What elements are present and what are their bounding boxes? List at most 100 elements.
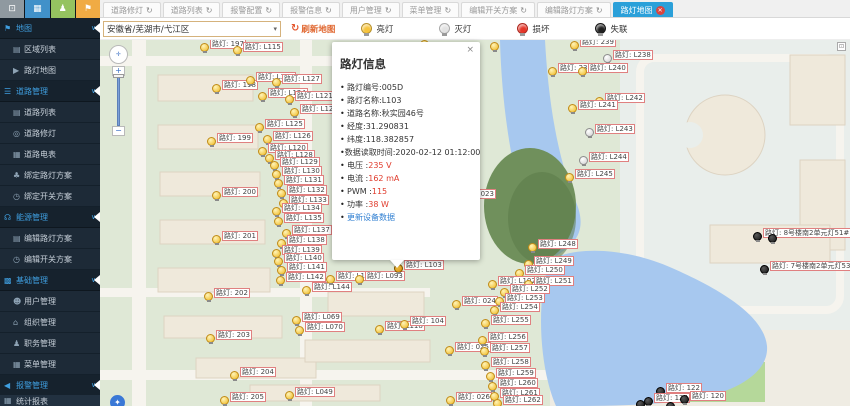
zoom-slider-handle[interactable] (113, 74, 124, 78)
update-device-link[interactable]: 更新设备数据 (347, 211, 395, 224)
sidebar-item-菜单管理[interactable]: ▦菜单管理 (0, 354, 100, 375)
quickbar-button[interactable]: ⚑ (76, 0, 100, 18)
sidebar-item-道路列表[interactable]: ▤道路列表 (0, 102, 100, 123)
streetlight-marker[interactable]: 路灯: L070 (295, 326, 345, 335)
quickbar-button[interactable]: ♟ (51, 0, 75, 18)
tab-refresh-icon[interactable]: ↻ (520, 6, 527, 15)
zoom-out-button[interactable]: − (112, 126, 125, 136)
sidebar-item-绑定路灯方案[interactable]: ♣绑定路灯方案 (0, 165, 100, 186)
tab-编辑路灯方案[interactable]: 编辑路灯方案↻ (537, 2, 611, 17)
tab-编辑开关方案[interactable]: 编辑开关方案↻ (461, 2, 535, 17)
tab-路灯地图[interactable]: 路灯地图✕ (613, 2, 673, 17)
streetlight-marker[interactable]: 路灯: 200 (212, 191, 258, 200)
tab-refresh-icon[interactable]: ↻ (206, 6, 213, 15)
bulb-icon (276, 276, 285, 285)
streetlight-marker[interactable]: 路灯: 202 (204, 292, 250, 301)
map-pan-control[interactable]: ✛ (109, 45, 128, 64)
sidebar-item-道路修灯[interactable]: ◎道路修灯 (0, 123, 100, 144)
streetlight-marker[interactable]: 路灯: 026 (446, 396, 492, 405)
sidebar-item-道路电表[interactable]: ▦道路电表 (0, 144, 100, 165)
tab-refresh-icon[interactable]: ↻ (265, 6, 272, 15)
streetlight-marker[interactable]: 路灯: L240 (578, 67, 628, 76)
bulb-icon (768, 234, 777, 243)
streetlight-marker[interactable]: 路灯: L262 (493, 399, 543, 406)
streetlight-marker[interactable]: 路灯: 7号楼南2单元灯53# (760, 265, 850, 274)
streetlight-marker[interactable]: 路灯: L093 (355, 275, 405, 284)
streetlight-marker[interactable]: 路灯: 204 (230, 371, 276, 380)
sidebar-item-绑定开关方案[interactable]: ◷绑定开关方案 (0, 186, 100, 207)
item-icon: ▤ (13, 45, 24, 54)
sidebar-item-职务管理[interactable]: ♟职务管理 (0, 333, 100, 354)
map-overview-toggle[interactable]: ⊡ (837, 42, 846, 51)
streetlight-marker[interactable]: 路灯: L254 (490, 306, 540, 315)
tab-报警信息[interactable]: 报警信息↻ (282, 2, 340, 17)
streetlight-marker[interactable]: 路灯: 239 (570, 41, 616, 50)
tab-refresh-icon[interactable]: ↻ (325, 6, 332, 15)
streetlight-marker[interactable]: 路灯: 120 (680, 395, 726, 404)
bulb-icon (355, 275, 364, 284)
section-icon: ▩ (4, 276, 16, 285)
sidebar-section-道路管理[interactable]: ☰道路管理∨ (0, 81, 100, 102)
sidebar-item-组织管理[interactable]: ⌂组织管理 (0, 312, 100, 333)
quickbar-button[interactable]: ▦ (25, 0, 49, 18)
tab-refresh-icon[interactable]: ↻ (385, 6, 392, 15)
tab-道路修灯[interactable]: 道路修灯↻ (103, 2, 161, 17)
streetlight-marker[interactable]: 路灯: L144 (302, 286, 352, 295)
streetlight-marker[interactable]: 路灯: L243 (585, 128, 635, 137)
sidebar-item-用户管理[interactable]: ☻用户管理 (0, 291, 100, 312)
streetlight-marker[interactable]: 路灯: 104 (400, 320, 446, 329)
bulb-icon (206, 334, 215, 343)
streetlight-marker[interactable] (768, 234, 777, 243)
streetlight-marker[interactable]: 路灯: 199 (207, 137, 253, 146)
streetlight-marker[interactable]: 路灯: L049 (285, 391, 335, 400)
streetlight-marker[interactable]: 路灯: L245 (565, 173, 615, 182)
tab-报警配置[interactable]: 报警配置↻ (222, 2, 280, 17)
close-icon[interactable]: × (466, 45, 474, 55)
marker-label: 路灯: 239 (580, 40, 616, 47)
sidebar-item-路灯地图[interactable]: ▶路灯地图 (0, 60, 100, 81)
tab-close-icon[interactable]: ✕ (656, 6, 665, 15)
tab-refresh-icon[interactable]: ↻ (146, 6, 153, 15)
streetlight-marker[interactable]: 路灯: L257 (480, 347, 530, 356)
streetlight-marker[interactable]: 路灯: L244 (579, 156, 629, 165)
streetlight-marker[interactable] (666, 402, 675, 406)
sidebar-section-能源管理[interactable]: ☊能源管理∨ (0, 207, 100, 228)
streetlight-marker[interactable]: 路灯: L241 (568, 104, 618, 113)
streetlight-marker[interactable]: 路灯: 205 (220, 396, 266, 405)
region-select[interactable]: 安徽省/芜湖市/弋江区 ▾ (103, 21, 281, 37)
marker-label: 路灯: L250 (525, 265, 565, 275)
streetlight-marker[interactable] (636, 400, 645, 406)
popup-title: 路灯信息 (340, 56, 472, 72)
sidebar-item-编辑开关方案[interactable]: ◷编辑开关方案 (0, 249, 100, 270)
quickbar-button[interactable]: ⊡ (0, 0, 24, 18)
tab-菜单管理[interactable]: 菜单管理↻ (402, 2, 460, 17)
item-icon: ▤ (13, 234, 24, 243)
bulb-icon (270, 161, 279, 170)
sidebar-item-区域列表[interactable]: ▤区域列表 (0, 39, 100, 60)
sidebar-section-地图[interactable]: ⚑地图∨ (0, 18, 100, 39)
streetlight-marker[interactable]: 路灯: L255 (481, 319, 531, 328)
streetlight-marker[interactable]: 路灯: L115 (233, 46, 283, 55)
tab-道路列表[interactable]: 道路列表↻ (163, 2, 221, 17)
legend-灭灯: 灭灯 (439, 23, 471, 35)
streetlight-marker[interactable]: 路灯: L127 (272, 78, 322, 87)
marker-label: 路灯: L243 (595, 124, 635, 134)
compass-control[interactable]: ✦ (110, 395, 125, 406)
sidebar-section-报警管理[interactable]: ◀报警管理∨ (0, 375, 100, 396)
tab-用户管理[interactable]: 用户管理↻ (342, 2, 400, 17)
tab-refresh-icon[interactable]: ↻ (596, 6, 603, 15)
streetlight-marker[interactable]: 路灯: L248 (528, 243, 578, 252)
sidebar-item-label: 道路电表 (24, 149, 56, 160)
sidebar-item-report[interactable]: ▦ 统计报表 (0, 395, 100, 406)
refresh-map-button[interactable]: ↻ 刷新地图 (291, 23, 335, 35)
streetlight-marker[interactable] (490, 42, 499, 51)
tab-refresh-icon[interactable]: ↻ (445, 6, 452, 15)
section-icon: ⚑ (4, 24, 16, 33)
streetlight-marker[interactable]: 路灯: L121 (285, 95, 335, 104)
sidebar-item-编辑路灯方案[interactable]: ▤编辑路灯方案 (0, 228, 100, 249)
streetlight-marker[interactable]: 路灯: 203 (206, 334, 252, 343)
streetlight-marker[interactable]: 路灯: 201 (212, 235, 258, 244)
sidebar-section-基础管理[interactable]: ▩基础管理∨ (0, 270, 100, 291)
streetlight-marker[interactable]: 路灯: L238 (603, 54, 653, 63)
section-icon: ☊ (4, 213, 16, 222)
